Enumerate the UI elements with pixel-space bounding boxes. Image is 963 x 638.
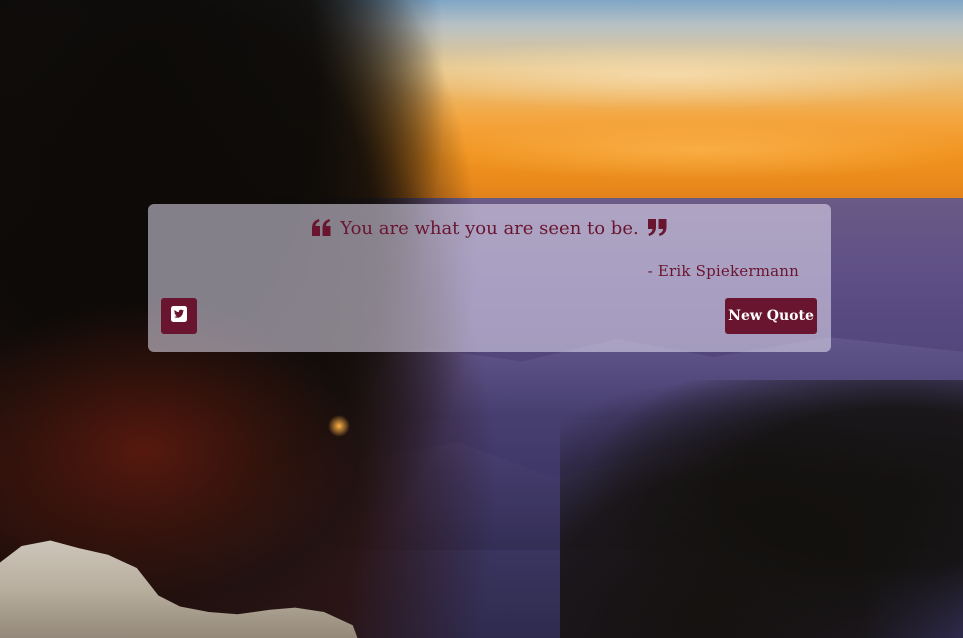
- ember: [328, 415, 350, 437]
- quote-author: - Erik Spiekermann: [647, 262, 799, 280]
- quote-box: You are what you are seen to be. - Erik …: [148, 204, 831, 352]
- quote-line: You are what you are seen to be.: [148, 218, 831, 240]
- quote-left-icon: [311, 218, 331, 236]
- quote-text: You are what you are seen to be.: [340, 218, 639, 239]
- tree-right: [560, 380, 963, 638]
- quote-right-icon: [648, 218, 667, 236]
- cloud: [420, 120, 963, 180]
- new-quote-button[interactable]: New Quote: [725, 298, 817, 334]
- twitter-icon: [171, 306, 187, 326]
- tweet-button[interactable]: [161, 298, 197, 334]
